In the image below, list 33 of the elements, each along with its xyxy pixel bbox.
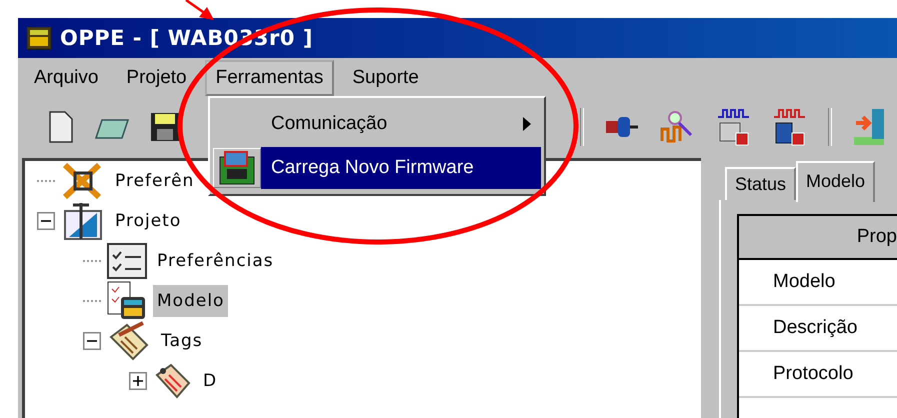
tree-item[interactable]: Tags xyxy=(157,325,207,357)
expander-toggle[interactable] xyxy=(129,372,147,390)
circuit-board-icon xyxy=(219,151,255,185)
drafting-icon xyxy=(61,201,105,241)
menu-item[interactable]: Suporte xyxy=(342,61,429,95)
tree-item[interactable]: D xyxy=(199,365,222,397)
plug-icon[interactable] xyxy=(604,115,640,139)
menu-item[interactable]: Comunicação xyxy=(261,103,541,145)
tree-item[interactable]: Projeto xyxy=(111,205,186,237)
menu-item[interactable]: Arquivo xyxy=(24,61,108,95)
menu-item[interactable]: Ferramentas xyxy=(204,60,334,96)
document-icon[interactable] xyxy=(48,111,74,143)
tags-icon xyxy=(153,361,193,401)
table-cell: Protocolo xyxy=(773,363,854,385)
expander-toggle[interactable] xyxy=(37,212,55,230)
waveform-icon[interactable] xyxy=(772,107,808,147)
table-cell: Descrição xyxy=(773,317,858,339)
tab[interactable]: Modelo xyxy=(796,161,876,202)
tree-item[interactable]: Preferências xyxy=(153,245,278,277)
waveform-icon[interactable] xyxy=(716,107,752,147)
menu-item[interactable]: Projeto xyxy=(116,61,197,95)
document-calculator-icon xyxy=(107,281,147,321)
tags-icon xyxy=(107,321,151,361)
column-header: Prop xyxy=(856,226,897,248)
menu-item[interactable]: Carrega Novo Firmware xyxy=(261,147,541,189)
tab[interactable]: Status xyxy=(725,167,796,200)
checklist-icon xyxy=(107,243,147,279)
table-cell: Modelo xyxy=(773,271,836,293)
expander-toggle[interactable] xyxy=(83,332,101,350)
calculator-icon xyxy=(26,25,52,51)
tree-item[interactable]: Modelo xyxy=(153,285,228,317)
tree-item[interactable]: Preferên xyxy=(111,165,198,197)
annotation-arrow xyxy=(185,0,214,20)
